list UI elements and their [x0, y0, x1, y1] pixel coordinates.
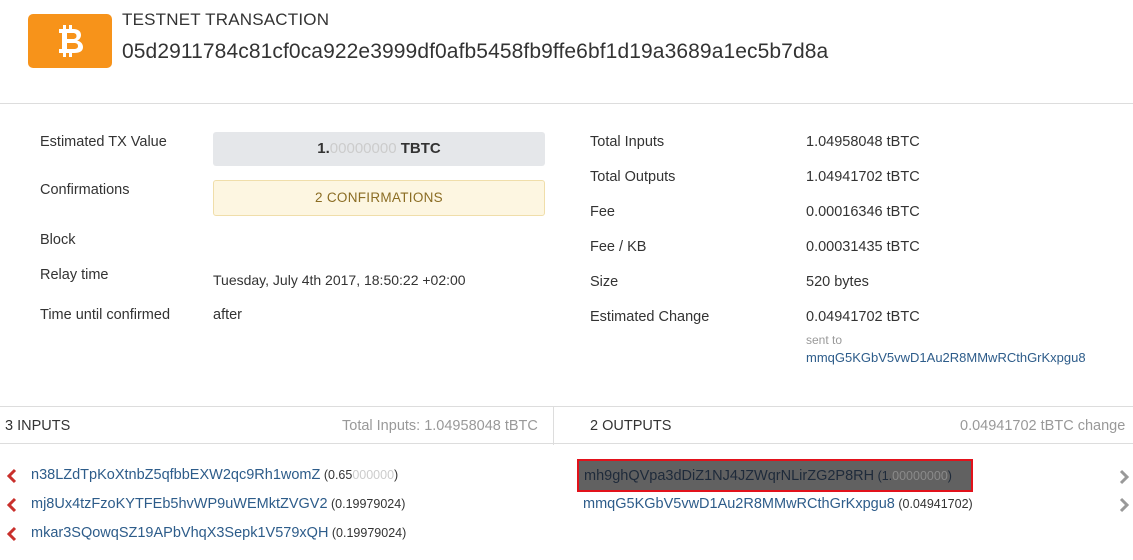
output-amount-value: (0.04941702: [894, 497, 969, 511]
output-amount-close: ): [947, 469, 952, 483]
sent-to-label: sent to: [806, 333, 843, 347]
output-amount: (1.00000000): [874, 469, 952, 483]
input-row: n38LZdTpKoXtnbZ5qfbbEXW2qc9Rh1womZ (0.65…: [31, 467, 398, 483]
size-value: 520 bytes: [806, 274, 869, 290]
chevron-right-icon[interactable]: [1118, 469, 1130, 485]
transaction-header: TESTNET TRANSACTION 05d2911784c81cf0ca92…: [0, 0, 1133, 104]
output-amount-faded-digits: 00000000: [892, 469, 948, 483]
fee-per-kb-value: 0.00031435 tBTC: [806, 239, 920, 255]
estimated-value-main: 1.: [317, 140, 330, 157]
relay-time-label: Relay time: [40, 267, 109, 283]
input-row: mkar3SQowqSZ19APbVhqX3Sepk1V579xQH (0.19…: [31, 525, 406, 541]
chevron-right-icon[interactable]: [1118, 497, 1130, 513]
chevron-left-icon[interactable]: [6, 526, 18, 542]
total-inputs-value: 1.04958048 tBTC: [806, 134, 920, 150]
input-amount-value: (0.65: [320, 468, 353, 482]
input-address-link[interactable]: n38LZdTpKoXtnbZ5qfbbEXW2qc9Rh1womZ: [31, 467, 320, 483]
estimated-value-label: Estimated TX Value: [40, 134, 167, 150]
fee-per-kb-label: Fee / KB: [590, 239, 647, 255]
output-row-highlighted[interactable]: mh9ghQVpa3dDiZ1NJ4JZWqrNLirZG2P8RH (1.00…: [577, 459, 973, 492]
confirmations-badge: 2 CONFIRMATIONS: [213, 180, 545, 216]
output-amount-close: ): [968, 497, 973, 511]
time-until-confirmed-value: after: [213, 307, 243, 323]
output-address-link[interactable]: mmqG5KGbV5vwD1Au2R8MMwRCthGrKxpgu8: [583, 496, 895, 512]
input-amount-close: ): [394, 468, 399, 482]
output-row: mh9ghQVpa3dDiZ1NJ4JZWqrNLirZG2P8RH (1.00…: [584, 468, 952, 484]
time-until-confirmed-label: Time until confirmed: [40, 307, 171, 323]
input-amount-value: (0.19979024: [328, 526, 403, 540]
estimated-value-unit: TBTC: [396, 140, 441, 157]
inputs-title: 3 INPUTS: [5, 418, 71, 434]
output-address-link[interactable]: mh9ghQVpa3dDiZ1NJ4JZWqrNLirZG2P8RH: [584, 468, 874, 484]
output-row: mmqG5KGbV5vwD1Au2R8MMwRCthGrKxpgu8 (0.04…: [583, 496, 973, 512]
inputs-total: Total Inputs: 1.04958048 tBTC: [342, 418, 538, 434]
transaction-hash: 05d2911784c81cf0ca922e3999df0afb5458fb9f…: [122, 40, 829, 63]
output-amount: (0.04941702): [894, 497, 973, 511]
estimated-value-faded-digits: 00000000: [329, 140, 397, 157]
input-amount-close: ): [402, 526, 407, 540]
change-address-link[interactable]: mmqG5KGbV5vwD1Au2R8MMwRCthGrKxpgu8: [806, 350, 1086, 365]
chevron-left-icon[interactable]: [6, 468, 18, 484]
outputs-title: 2 OUTPUTS: [590, 418, 672, 434]
input-amount-close: ): [401, 497, 406, 511]
input-row: mj8Ux4tzFzoKYTFEb5hvWP9uWEMktZVGV2 (0.19…: [31, 496, 405, 512]
chevron-left-icon[interactable]: [6, 497, 18, 513]
total-outputs-value: 1.04941702 tBTC: [806, 169, 920, 185]
total-inputs-label: Total Inputs: [590, 134, 665, 150]
fee-value: 0.00016346 tBTC: [806, 204, 920, 220]
input-amount: (0.65000000): [320, 468, 398, 482]
relay-time-value: Tuesday, July 4th 2017, 18:50:22 +02:00: [213, 272, 466, 288]
output-amount-value: (1.: [874, 469, 893, 483]
input-amount-faded-digits: 000000: [352, 468, 395, 482]
estimated-value-box: 1.00000000 TBTC: [213, 132, 545, 166]
estimated-change-value: 0.04941702 tBTC: [806, 309, 920, 325]
input-address-link[interactable]: mj8Ux4tzFzoKYTFEb5hvWP9uWEMktZVGV2: [31, 496, 328, 512]
input-address-link[interactable]: mkar3SQowqSZ19APbVhqX3Sepk1V579xQH: [31, 525, 328, 541]
io-divider: [553, 407, 554, 445]
size-label: Size: [590, 274, 619, 290]
fee-label: Fee: [590, 204, 615, 220]
block-label: Block: [40, 232, 76, 248]
input-amount: (0.19979024): [328, 526, 406, 540]
confirmations-label: Confirmations: [40, 182, 130, 198]
estimated-change-label: Estimated Change: [590, 309, 710, 325]
bitcoin-logo-icon: [28, 14, 112, 68]
input-amount: (0.19979024): [327, 497, 406, 511]
transaction-type-label: TESTNET TRANSACTION: [122, 10, 330, 29]
io-section-header: 3 INPUTS Total Inputs: 1.04958048 tBTC 2…: [0, 406, 1133, 445]
total-outputs-label: Total Outputs: [590, 169, 676, 185]
outputs-change: 0.04941702 tBTC change: [960, 418, 1126, 434]
input-amount-value: (0.19979024: [327, 497, 402, 511]
